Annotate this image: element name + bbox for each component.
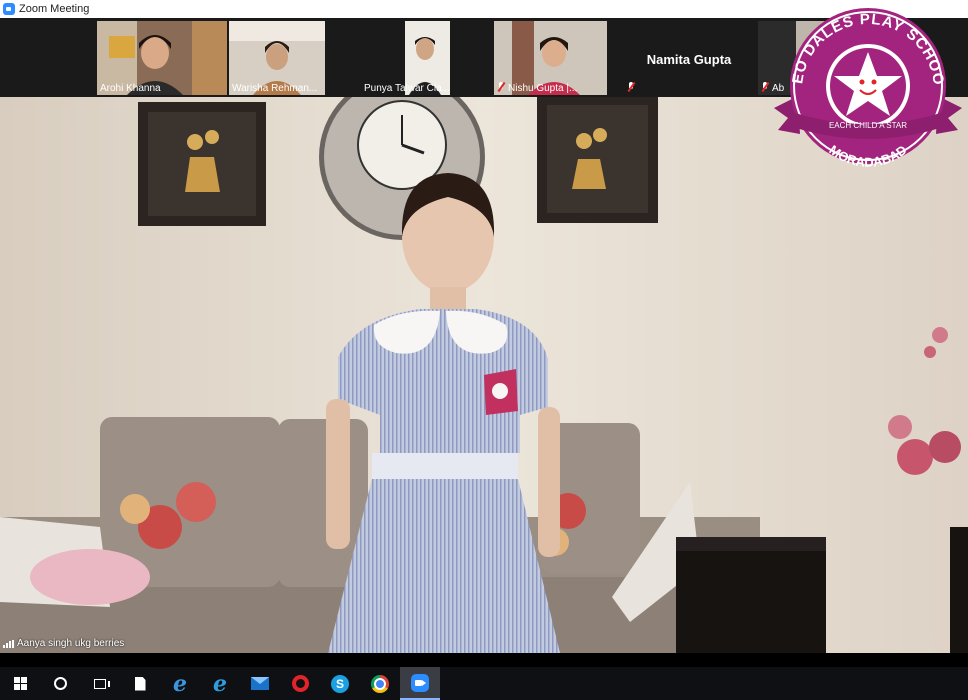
- zoom-icon: [411, 673, 429, 692]
- participant-name-5: [627, 82, 638, 94]
- taskbar-file-button[interactable]: [120, 667, 160, 700]
- participant-tile-5[interactable]: Namita Gupta: [624, 21, 754, 95]
- search-button[interactable]: [40, 667, 80, 700]
- start-button[interactable]: [0, 667, 40, 700]
- participant-tile-3[interactable]: Punya Talwar Cla...: [361, 21, 454, 95]
- taskbar-edge-legacy-button[interactable]: e: [160, 667, 200, 700]
- active-speaker-label: Aanya singh ukg berries: [3, 638, 124, 649]
- participant-name-2: Warisha Rehman...: [232, 83, 318, 94]
- windows-start-icon: [13, 677, 27, 690]
- mic-muted-icon: [627, 82, 635, 92]
- skype-icon: S: [331, 674, 349, 693]
- logo-ribbon-text: EACH CHILD A STAR: [829, 121, 907, 130]
- zoom-app-icon: [3, 3, 15, 15]
- signal-strength-icon: [3, 639, 14, 648]
- task-view-button[interactable]: [80, 667, 120, 700]
- active-speaker-name: Aanya singh ukg berries: [17, 638, 125, 649]
- windows-taskbar: e e S: [0, 667, 968, 700]
- mic-muted-icon: [497, 82, 505, 92]
- room-scene: [0, 97, 968, 653]
- edge-icon: e: [213, 670, 227, 697]
- participant-name-4-text: Nishu Gupta |...: [508, 83, 578, 94]
- edge-legacy-icon: e: [173, 670, 187, 697]
- participant-tile-4[interactable]: Nishu Gupta |...: [494, 21, 607, 95]
- active-speaker-video[interactable]: [0, 97, 968, 653]
- taskbar-chrome-button[interactable]: [360, 667, 400, 700]
- opera-icon: [291, 675, 309, 692]
- school-logo: NEO DALES PLAY SCHOOL EACH CHILD A STAR …: [770, 4, 962, 168]
- taskbar-mail-button[interactable]: [240, 667, 280, 700]
- participant-name-1: Arohi Khanna: [100, 83, 161, 94]
- file-icon: [134, 676, 146, 691]
- chrome-icon: [371, 674, 389, 693]
- mail-icon: [251, 677, 269, 690]
- taskbar-zoom-button[interactable]: [400, 667, 440, 700]
- window-title: Zoom Meeting: [19, 3, 90, 15]
- participant-avatar-name-5: Namita Gupta: [646, 52, 732, 67]
- participant-name-4: Nishu Gupta |...: [497, 82, 577, 94]
- cortana-search-icon: [53, 677, 67, 690]
- participant-tile-2[interactable]: Warisha Rehman...: [229, 21, 325, 95]
- taskbar-opera-button[interactable]: [280, 667, 320, 700]
- taskbar-edge-button[interactable]: e: [200, 667, 240, 700]
- participant-tile-1[interactable]: Arohi Khanna: [97, 21, 227, 95]
- mic-muted-icon: [761, 82, 769, 92]
- taskbar-skype-button[interactable]: S: [320, 667, 360, 700]
- task-view-icon: [94, 678, 110, 689]
- participant-name-3: Punya Talwar Cla...: [364, 83, 450, 94]
